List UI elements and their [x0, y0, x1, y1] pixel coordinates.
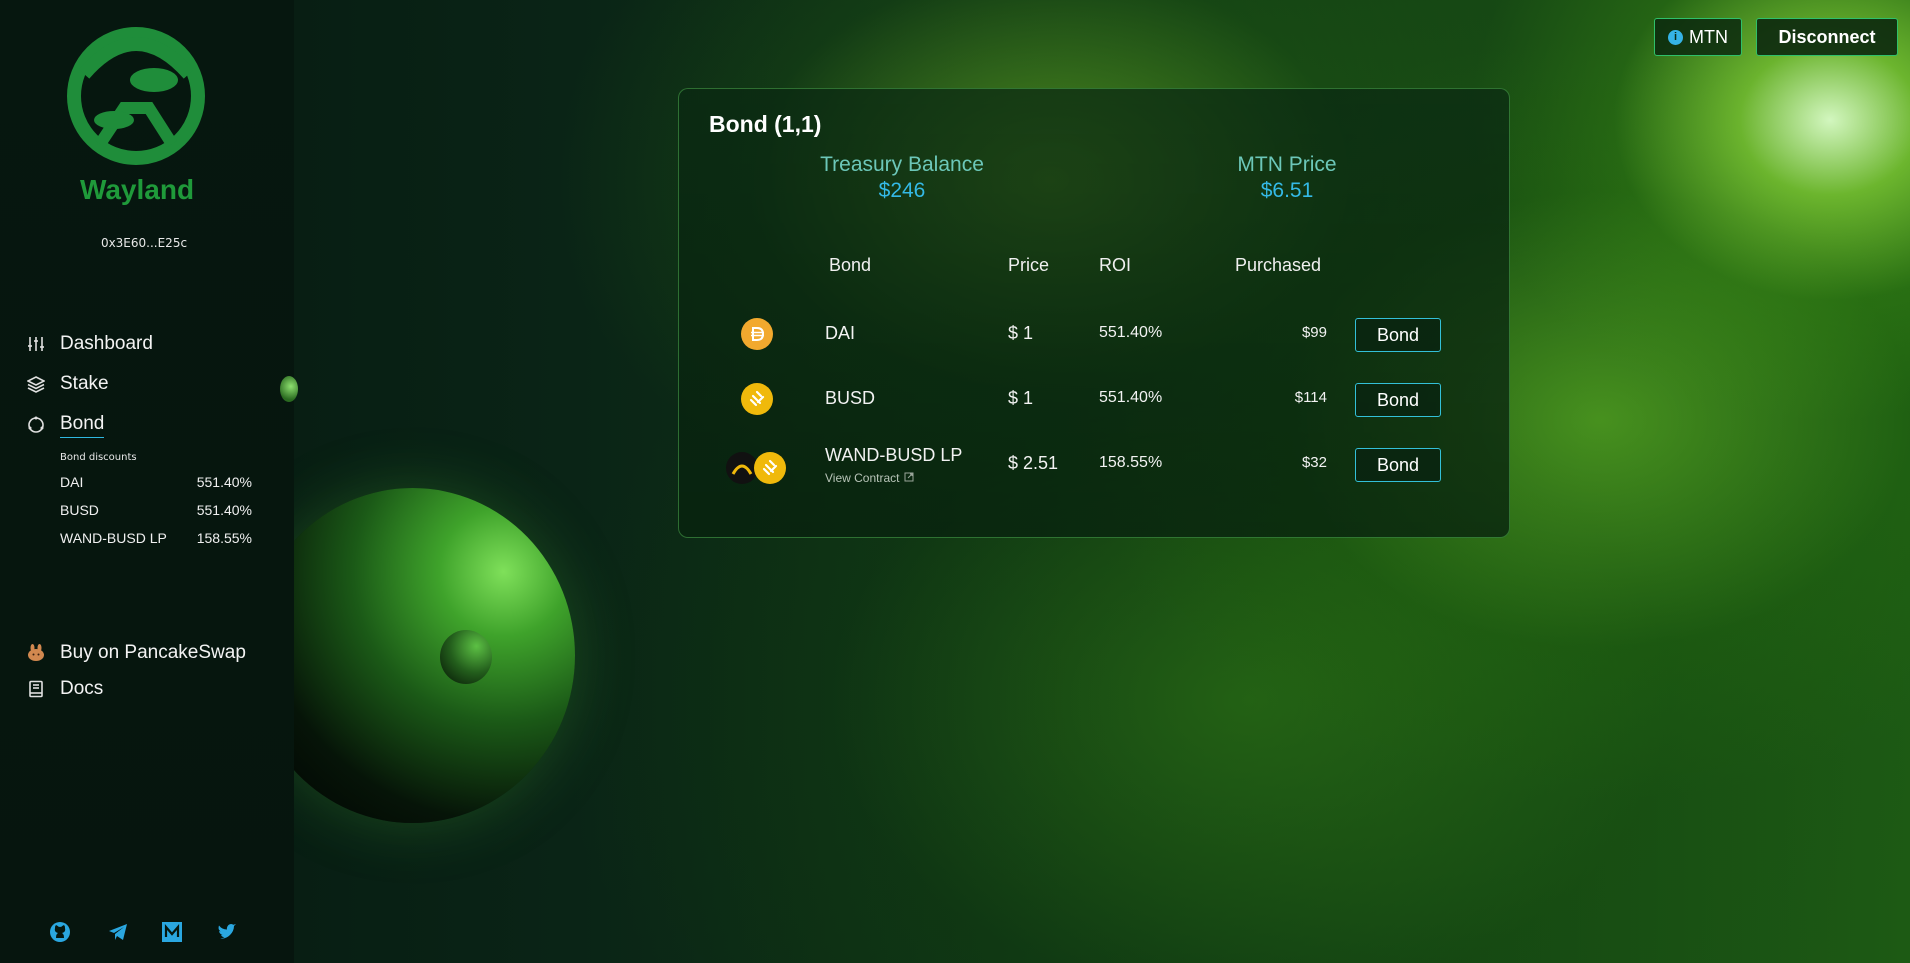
info-icon: i [1668, 29, 1683, 45]
nav-pancakeswap-label: Buy on PancakeSwap [60, 642, 246, 663]
pancakeswap-icon [26, 643, 46, 663]
disconnect-button[interactable]: Disconnect [1756, 18, 1898, 56]
bond-discount-row[interactable]: BUSD 551.40% [60, 502, 252, 518]
column-header-bond: Bond [829, 255, 872, 275]
sidebar: Wayland 0x3E60...E25c Dashboard Stake Bo… [0, 0, 294, 963]
token-price-label: MTN Price [1237, 153, 1337, 176]
bond-roi: 158.55% [1099, 454, 1163, 471]
wayland-logo [67, 27, 205, 165]
external-link-icon [904, 469, 914, 487]
bond-name: DAI [825, 323, 856, 343]
nav-stake-label: Stake [60, 373, 109, 394]
table-row: BUSD $ 1 551.40% $114 Bond [679, 374, 1509, 424]
brand-name: Wayland [79, 174, 195, 205]
token-info-button[interactable]: i MTN [1654, 18, 1742, 56]
treasury-balance-label: Treasury Balance [820, 153, 984, 176]
token-info-label: MTN [1689, 26, 1728, 47]
bond-purchased: $32 [1301, 454, 1327, 471]
nav-docs-label: Docs [60, 678, 104, 699]
bond-purchased: $99 [1301, 324, 1327, 341]
column-header-price: Price [1008, 255, 1050, 275]
bond-purchased: $114 [1294, 389, 1327, 406]
bond-discount-value: 158.55% [196, 530, 252, 546]
wallet-address[interactable]: 0x3E60...E25c [70, 236, 218, 250]
github-icon[interactable] [48, 920, 72, 944]
busd-icon [754, 452, 786, 484]
nav-docs[interactable]: Docs [26, 675, 103, 703]
bond-discount-name: WAND-BUSD LP [60, 530, 167, 546]
column-header-purchased: Purchased [1235, 255, 1322, 275]
bond-discount-name: DAI [60, 474, 84, 490]
bond-discount-name: BUSD [60, 502, 99, 518]
bond-discounts-title: Bond discounts [60, 452, 137, 463]
nav-stake[interactable]: Stake [26, 370, 109, 398]
treasury-balance-value: $246 [878, 179, 926, 202]
bond-price: $ 2.51 [1008, 453, 1059, 473]
table-row: DAI $ 1 551.40% $99 Bond [679, 309, 1509, 359]
dai-icon [741, 318, 773, 350]
bond-discount-row[interactable]: DAI 551.40% [60, 474, 252, 490]
bond-roi: 551.40% [1099, 324, 1163, 341]
bond-discount-row[interactable]: WAND-BUSD LP 158.55% [60, 530, 252, 546]
nav-bond[interactable]: Bond [26, 411, 105, 439]
nav-dashboard-label: Dashboard [60, 333, 153, 354]
bond-discount-value: 551.40% [196, 502, 252, 518]
layers-icon [26, 374, 46, 394]
small-moon-image [280, 376, 298, 402]
token-price-value: $6.51 [1260, 179, 1314, 202]
bond-discount-value: 551.40% [196, 474, 252, 490]
twitter-icon[interactable] [215, 920, 239, 944]
telegram-icon[interactable] [106, 920, 130, 944]
bond-button[interactable]: Bond [1355, 448, 1441, 482]
bond-card: Bond (1,1) Treasury Balance $246 MTN Pri… [678, 88, 1510, 538]
nav-dashboard[interactable]: Dashboard [26, 330, 153, 358]
moon-image [440, 630, 492, 684]
column-header-roi: ROI [1099, 255, 1132, 275]
view-contract-link[interactable]: View Contract [825, 469, 914, 487]
bond-name: BUSD [825, 388, 876, 408]
bond-price: $ 1 [1008, 388, 1034, 408]
card-title: Bond (1,1) [709, 111, 822, 137]
view-contract-label: View Contract [825, 471, 900, 485]
medium-icon[interactable] [160, 920, 184, 944]
token-price: MTN Price $6.51 [1167, 153, 1407, 203]
bond-button[interactable]: Bond [1355, 383, 1441, 417]
treasury-balance: Treasury Balance $246 [782, 153, 1022, 203]
busd-icon [741, 383, 773, 415]
nav-bond-label: Bond [60, 413, 105, 438]
bond-icon [26, 415, 46, 435]
book-icon [26, 679, 46, 699]
bond-roi: 551.40% [1099, 389, 1163, 406]
sliders-icon [26, 334, 46, 354]
bond-button[interactable]: Bond [1355, 318, 1441, 352]
nav-pancakeswap[interactable]: Buy on PancakeSwap [26, 639, 246, 667]
table-row: WAND-BUSD LP View Contract $ 2.51 158.55… [679, 439, 1509, 489]
bond-price: $ 1 [1008, 323, 1034, 343]
planet-image [250, 488, 575, 823]
bond-name: WAND-BUSD LP [825, 445, 963, 465]
